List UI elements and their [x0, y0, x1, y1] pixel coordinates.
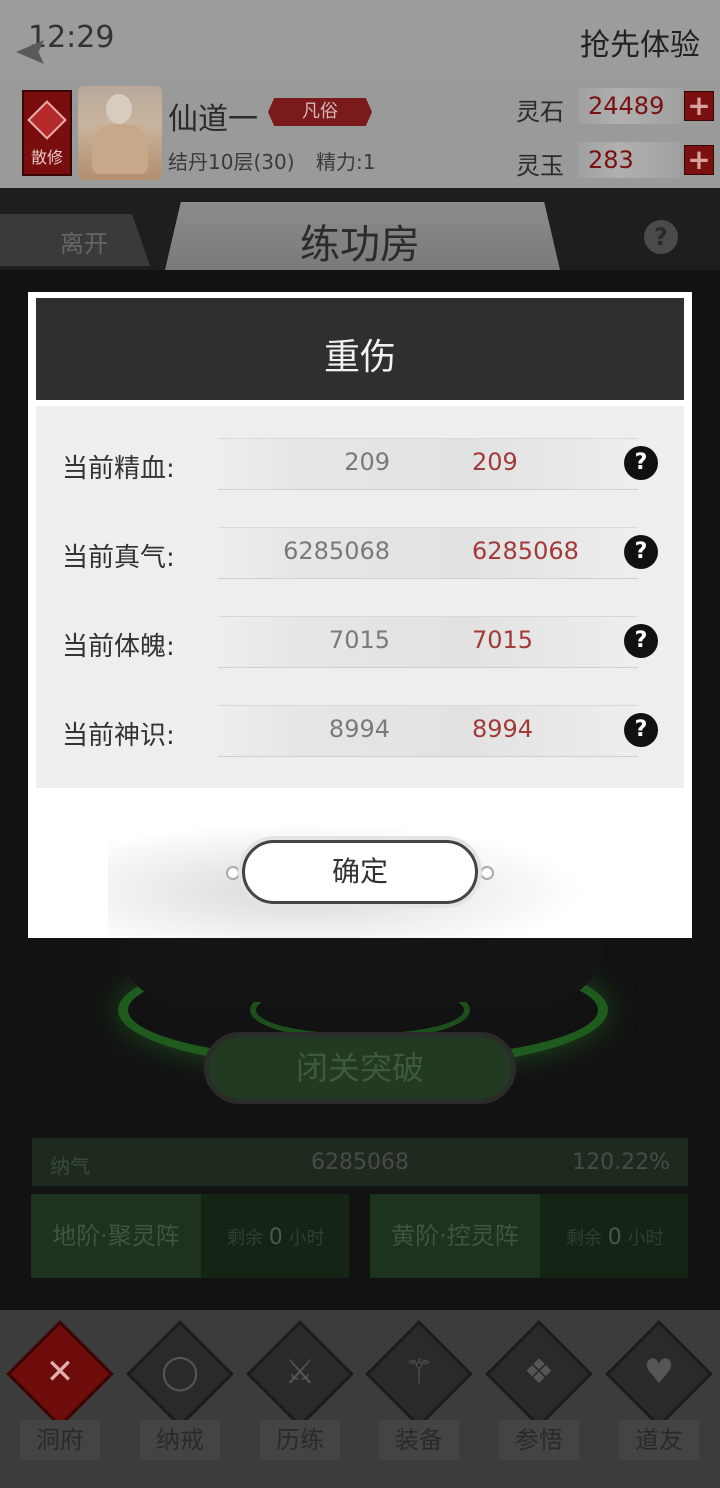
qi-gauge: 纳气 6285068 120.22% — [32, 1138, 688, 1186]
close-x-icon: ✕ — [45, 1352, 75, 1392]
stat-row-qi: 当前真气: 6285068 6285068 ? — [36, 527, 684, 579]
energy-value: 精力:1 — [316, 150, 376, 174]
nav-label: 道友 — [619, 1420, 699, 1460]
realm-level: 结丹10层(30) — [168, 150, 295, 174]
array-slot-earth[interactable]: 地阶·聚灵阵 剩余 0 小时 — [31, 1194, 349, 1278]
confirm-button[interactable]: 确定 — [242, 840, 478, 904]
spirit-stone-label: 灵石 — [516, 98, 564, 126]
spirit-stone-value: 24489 — [578, 88, 682, 124]
stat-max: 8994 — [472, 715, 534, 743]
button-ornament — [480, 866, 494, 880]
ring-icon: ◯ — [160, 1352, 200, 1392]
stat-max: 7015 — [472, 626, 534, 654]
stat-label: 当前精血: — [62, 454, 175, 484]
stat-current: 209 — [344, 448, 390, 476]
retreat-breakthrough-button[interactable]: 闭关突破 — [204, 1032, 516, 1104]
nav-item-equipment[interactable]: ⚚ 装备 — [365, 1320, 473, 1480]
spirit-jade-label: 灵玉 — [516, 152, 564, 180]
rank-badge: 凡俗 — [268, 98, 372, 126]
nav-item-ring[interactable]: ◯ 纳戒 — [126, 1320, 234, 1480]
heart-hands-icon: ♥ — [643, 1352, 675, 1392]
stat-current: 8994 — [328, 715, 390, 743]
spirit-jade-value: 283 — [578, 142, 682, 178]
stat-max: 6285068 — [472, 537, 579, 565]
sword-icon: ⚚ — [403, 1352, 435, 1392]
stats-panel: 当前精血: 209 209 ? 当前真气: 6285068 6285068 ? … — [36, 406, 684, 788]
status-bar: 12:29 抢先体验 — [0, 0, 720, 78]
stat-label: 当前神识: — [62, 721, 175, 751]
array-remaining: 剩余 0 小时 — [227, 1225, 325, 1250]
player-header: 散修 仙道一 凡俗 结丹10层(30) 精力:1 灵石 24489 + 灵玉 2… — [0, 78, 720, 188]
nav-label: 装备 — [379, 1420, 459, 1460]
stat-row-blood: 当前精血: 209 209 ? — [36, 438, 684, 490]
array-name: 地阶·聚灵阵 — [31, 1194, 201, 1278]
dialog-title: 重伤 — [323, 337, 396, 378]
open-book-icon: ❖ — [523, 1352, 555, 1392]
stat-label: 当前真气: — [62, 543, 175, 573]
help-icon[interactable]: ? — [644, 220, 678, 254]
add-spirit-stone-button[interactable]: + — [684, 91, 714, 121]
qi-gauge-percent: 120.22% — [572, 1150, 670, 1175]
array-slot-yellow[interactable]: 黄阶·控灵阵 剩余 0 小时 — [370, 1194, 688, 1278]
player-name: 仙道一 — [168, 102, 258, 137]
add-spirit-jade-button[interactable]: + — [684, 145, 714, 175]
stat-row-spirit: 当前神识: 8994 8994 ? — [36, 705, 684, 757]
array-remaining: 剩余 0 小时 — [566, 1225, 664, 1250]
nav-label: 洞府 — [20, 1420, 100, 1460]
stat-max: 209 — [472, 448, 518, 476]
avatar[interactable] — [78, 86, 162, 180]
nav-item-adventure[interactable]: ⚔ 历练 — [246, 1320, 354, 1480]
injury-dialog: 重伤 当前精血: 209 209 ? 当前真气: 6285068 6285068… — [28, 292, 692, 938]
stat-label: 当前体魄: — [62, 632, 175, 662]
dialog-header: 重伤 — [36, 298, 684, 400]
nav-item-insight[interactable]: ❖ 参悟 — [485, 1320, 593, 1480]
question-icon[interactable]: ? — [624, 446, 658, 480]
nav-label: 纳戒 — [140, 1420, 220, 1460]
stat-bar — [218, 705, 638, 757]
page-title: 练功房 — [300, 222, 420, 268]
crossed-swords-icon: ⚔ — [284, 1352, 316, 1392]
stat-current: 7015 — [328, 626, 390, 654]
nav-label: 参悟 — [499, 1420, 579, 1460]
nav-item-friends[interactable]: ♥ 道友 — [605, 1320, 713, 1480]
lotus-emblem-icon — [27, 100, 67, 140]
question-icon[interactable]: ? — [624, 624, 658, 658]
stat-bar — [218, 616, 638, 668]
status-time: 12:29 — [28, 20, 115, 55]
sect-badge-label: 散修 — [30, 148, 63, 167]
sect-badge[interactable]: 散修 — [22, 90, 72, 176]
array-name: 黄阶·控灵阵 — [370, 1194, 540, 1278]
early-access-label: 抢先体验 — [580, 28, 700, 63]
question-icon[interactable]: ? — [624, 713, 658, 747]
question-icon[interactable]: ? — [624, 535, 658, 569]
nav-label: 历练 — [260, 1420, 340, 1460]
nav-item-cave[interactable]: ✕ 洞府 — [6, 1320, 114, 1480]
stat-row-body: 当前体魄: 7015 7015 ? — [36, 616, 684, 668]
button-ornament — [226, 866, 240, 880]
stat-bar — [218, 438, 638, 490]
bottom-nav: ✕ 洞府 ◯ 纳戒 ⚔ 历练 ⚚ 装备 ❖ 参悟 ♥ 道友 — [0, 1310, 720, 1488]
stat-current: 6285068 — [283, 537, 390, 565]
altar — [118, 936, 604, 1002]
